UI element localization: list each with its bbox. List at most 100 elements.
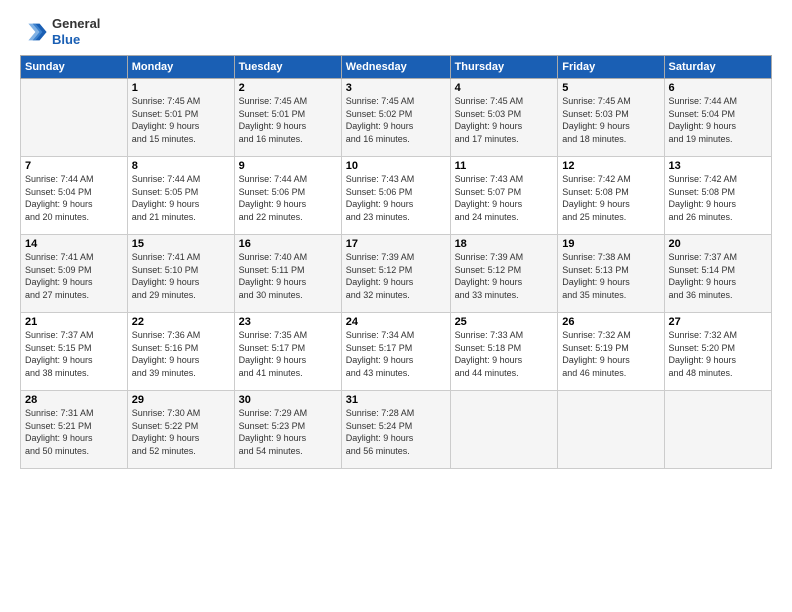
day-info: Sunrise: 7:34 AM Sunset: 5:17 PM Dayligh… — [346, 329, 446, 379]
day-info: Sunrise: 7:42 AM Sunset: 5:08 PM Dayligh… — [669, 173, 767, 223]
logo-icon — [20, 18, 48, 46]
calendar-cell: 28Sunrise: 7:31 AM Sunset: 5:21 PM Dayli… — [21, 391, 128, 469]
day-number: 25 — [455, 316, 554, 328]
calendar-cell — [21, 79, 128, 157]
day-number: 7 — [25, 160, 123, 172]
calendar-cell: 2Sunrise: 7:45 AM Sunset: 5:01 PM Daylig… — [234, 79, 341, 157]
day-number: 9 — [239, 160, 337, 172]
day-number: 24 — [346, 316, 446, 328]
column-header-thursday: Thursday — [450, 56, 558, 79]
calendar-cell: 6Sunrise: 7:44 AM Sunset: 5:04 PM Daylig… — [664, 79, 771, 157]
day-number: 17 — [346, 238, 446, 250]
calendar-cell: 14Sunrise: 7:41 AM Sunset: 5:09 PM Dayli… — [21, 235, 128, 313]
column-header-friday: Friday — [558, 56, 664, 79]
day-info: Sunrise: 7:39 AM Sunset: 5:12 PM Dayligh… — [455, 251, 554, 301]
day-info: Sunrise: 7:45 AM Sunset: 5:02 PM Dayligh… — [346, 95, 446, 145]
calendar-cell: 4Sunrise: 7:45 AM Sunset: 5:03 PM Daylig… — [450, 79, 558, 157]
calendar-cell: 30Sunrise: 7:29 AM Sunset: 5:23 PM Dayli… — [234, 391, 341, 469]
calendar-week-1: 1Sunrise: 7:45 AM Sunset: 5:01 PM Daylig… — [21, 79, 772, 157]
day-info: Sunrise: 7:28 AM Sunset: 5:24 PM Dayligh… — [346, 407, 446, 457]
calendar-table: SundayMondayTuesdayWednesdayThursdayFrid… — [20, 55, 772, 469]
day-info: Sunrise: 7:30 AM Sunset: 5:22 PM Dayligh… — [132, 407, 230, 457]
day-info: Sunrise: 7:45 AM Sunset: 5:01 PM Dayligh… — [132, 95, 230, 145]
calendar-cell: 23Sunrise: 7:35 AM Sunset: 5:17 PM Dayli… — [234, 313, 341, 391]
calendar-cell: 10Sunrise: 7:43 AM Sunset: 5:06 PM Dayli… — [341, 157, 450, 235]
day-info: Sunrise: 7:38 AM Sunset: 5:13 PM Dayligh… — [562, 251, 659, 301]
calendar-cell: 16Sunrise: 7:40 AM Sunset: 5:11 PM Dayli… — [234, 235, 341, 313]
header: General Blue — [20, 16, 772, 47]
day-number: 15 — [132, 238, 230, 250]
column-header-wednesday: Wednesday — [341, 56, 450, 79]
day-number: 5 — [562, 82, 659, 94]
day-info: Sunrise: 7:33 AM Sunset: 5:18 PM Dayligh… — [455, 329, 554, 379]
day-number: 20 — [669, 238, 767, 250]
day-info: Sunrise: 7:45 AM Sunset: 5:01 PM Dayligh… — [239, 95, 337, 145]
logo: General Blue — [20, 16, 100, 47]
day-number: 4 — [455, 82, 554, 94]
day-number: 19 — [562, 238, 659, 250]
day-number: 16 — [239, 238, 337, 250]
day-number: 28 — [25, 394, 123, 406]
day-number: 21 — [25, 316, 123, 328]
day-info: Sunrise: 7:40 AM Sunset: 5:11 PM Dayligh… — [239, 251, 337, 301]
logo-text: General Blue — [52, 16, 100, 47]
day-info: Sunrise: 7:42 AM Sunset: 5:08 PM Dayligh… — [562, 173, 659, 223]
calendar-cell: 26Sunrise: 7:32 AM Sunset: 5:19 PM Dayli… — [558, 313, 664, 391]
calendar-cell — [450, 391, 558, 469]
calendar-week-5: 28Sunrise: 7:31 AM Sunset: 5:21 PM Dayli… — [21, 391, 772, 469]
day-info: Sunrise: 7:44 AM Sunset: 5:04 PM Dayligh… — [669, 95, 767, 145]
day-info: Sunrise: 7:37 AM Sunset: 5:14 PM Dayligh… — [669, 251, 767, 301]
day-number: 30 — [239, 394, 337, 406]
day-number: 26 — [562, 316, 659, 328]
calendar-cell: 22Sunrise: 7:36 AM Sunset: 5:16 PM Dayli… — [127, 313, 234, 391]
calendar-week-2: 7Sunrise: 7:44 AM Sunset: 5:04 PM Daylig… — [21, 157, 772, 235]
day-number: 10 — [346, 160, 446, 172]
page: General Blue SundayMondayTuesdayWednesda… — [0, 0, 792, 612]
day-number: 13 — [669, 160, 767, 172]
day-number: 6 — [669, 82, 767, 94]
calendar-cell: 31Sunrise: 7:28 AM Sunset: 5:24 PM Dayli… — [341, 391, 450, 469]
calendar-cell: 27Sunrise: 7:32 AM Sunset: 5:20 PM Dayli… — [664, 313, 771, 391]
calendar-cell: 11Sunrise: 7:43 AM Sunset: 5:07 PM Dayli… — [450, 157, 558, 235]
calendar-cell: 12Sunrise: 7:42 AM Sunset: 5:08 PM Dayli… — [558, 157, 664, 235]
calendar-body: 1Sunrise: 7:45 AM Sunset: 5:01 PM Daylig… — [21, 79, 772, 469]
calendar-cell — [558, 391, 664, 469]
calendar-cell: 25Sunrise: 7:33 AM Sunset: 5:18 PM Dayli… — [450, 313, 558, 391]
day-info: Sunrise: 7:32 AM Sunset: 5:20 PM Dayligh… — [669, 329, 767, 379]
calendar-cell: 7Sunrise: 7:44 AM Sunset: 5:04 PM Daylig… — [21, 157, 128, 235]
day-info: Sunrise: 7:36 AM Sunset: 5:16 PM Dayligh… — [132, 329, 230, 379]
day-number: 18 — [455, 238, 554, 250]
calendar-cell: 13Sunrise: 7:42 AM Sunset: 5:08 PM Dayli… — [664, 157, 771, 235]
day-info: Sunrise: 7:43 AM Sunset: 5:07 PM Dayligh… — [455, 173, 554, 223]
day-number: 23 — [239, 316, 337, 328]
day-number: 22 — [132, 316, 230, 328]
calendar-cell: 9Sunrise: 7:44 AM Sunset: 5:06 PM Daylig… — [234, 157, 341, 235]
day-info: Sunrise: 7:43 AM Sunset: 5:06 PM Dayligh… — [346, 173, 446, 223]
day-info: Sunrise: 7:37 AM Sunset: 5:15 PM Dayligh… — [25, 329, 123, 379]
calendar-header-row: SundayMondayTuesdayWednesdayThursdayFrid… — [21, 56, 772, 79]
calendar-cell: 20Sunrise: 7:37 AM Sunset: 5:14 PM Dayli… — [664, 235, 771, 313]
day-info: Sunrise: 7:45 AM Sunset: 5:03 PM Dayligh… — [562, 95, 659, 145]
day-number: 14 — [25, 238, 123, 250]
calendar-cell: 21Sunrise: 7:37 AM Sunset: 5:15 PM Dayli… — [21, 313, 128, 391]
day-number: 12 — [562, 160, 659, 172]
day-info: Sunrise: 7:41 AM Sunset: 5:10 PM Dayligh… — [132, 251, 230, 301]
calendar-cell: 19Sunrise: 7:38 AM Sunset: 5:13 PM Dayli… — [558, 235, 664, 313]
day-number: 31 — [346, 394, 446, 406]
calendar-cell: 1Sunrise: 7:45 AM Sunset: 5:01 PM Daylig… — [127, 79, 234, 157]
day-number: 29 — [132, 394, 230, 406]
day-number: 8 — [132, 160, 230, 172]
calendar-cell: 24Sunrise: 7:34 AM Sunset: 5:17 PM Dayli… — [341, 313, 450, 391]
calendar-cell: 5Sunrise: 7:45 AM Sunset: 5:03 PM Daylig… — [558, 79, 664, 157]
day-number: 27 — [669, 316, 767, 328]
day-number: 3 — [346, 82, 446, 94]
calendar-cell: 17Sunrise: 7:39 AM Sunset: 5:12 PM Dayli… — [341, 235, 450, 313]
day-info: Sunrise: 7:35 AM Sunset: 5:17 PM Dayligh… — [239, 329, 337, 379]
column-header-tuesday: Tuesday — [234, 56, 341, 79]
calendar-week-3: 14Sunrise: 7:41 AM Sunset: 5:09 PM Dayli… — [21, 235, 772, 313]
day-info: Sunrise: 7:44 AM Sunset: 5:04 PM Dayligh… — [25, 173, 123, 223]
day-info: Sunrise: 7:32 AM Sunset: 5:19 PM Dayligh… — [562, 329, 659, 379]
day-info: Sunrise: 7:31 AM Sunset: 5:21 PM Dayligh… — [25, 407, 123, 457]
calendar-cell: 15Sunrise: 7:41 AM Sunset: 5:10 PM Dayli… — [127, 235, 234, 313]
day-info: Sunrise: 7:45 AM Sunset: 5:03 PM Dayligh… — [455, 95, 554, 145]
